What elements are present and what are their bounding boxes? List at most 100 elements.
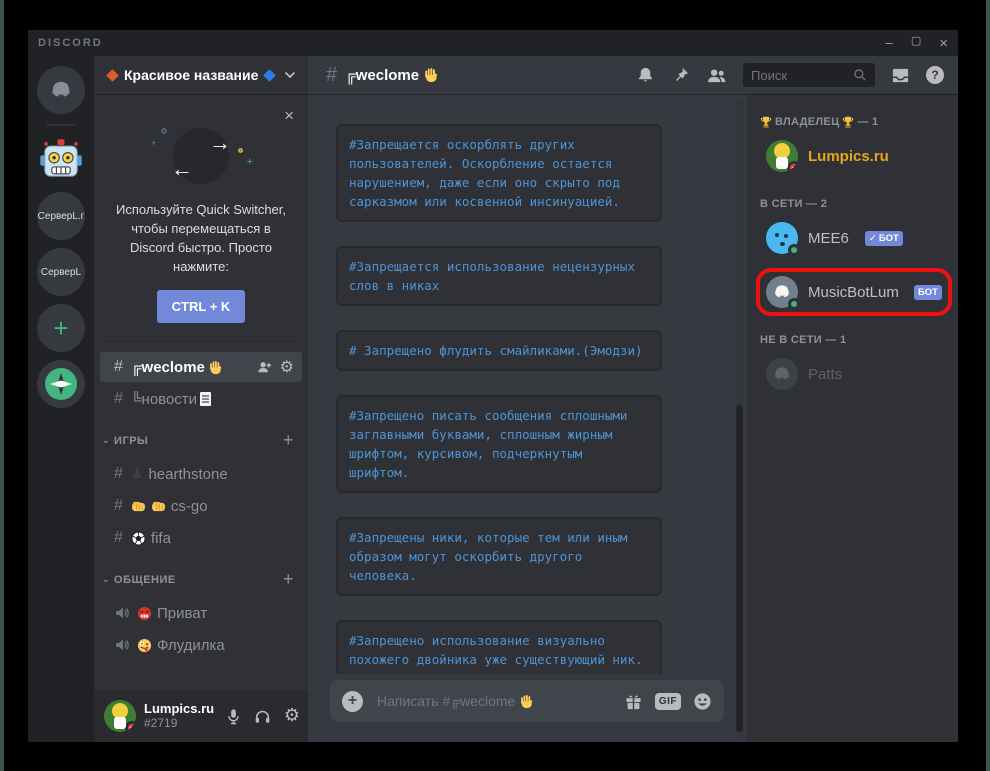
divider	[104, 341, 298, 342]
message-codeblock: #Запрещается оскорблять других пользоват…	[336, 124, 662, 222]
search-box	[743, 63, 875, 87]
server-icon-serverl[interactable]: СерверL	[37, 248, 85, 296]
owner-section-header: ВЛАДЕЛЕЦ — 1	[760, 116, 948, 128]
message-codeblock: #Запрещены ники, которые тем или иным об…	[336, 517, 662, 596]
gift-icon[interactable]	[624, 692, 643, 711]
screenshot: DISCORD – ▢ × СерверL.г СерверL + Красив…	[0, 0, 990, 771]
chevron-down-icon: ⌄	[102, 574, 111, 584]
channel-weclome[interactable]: # ╔weclome ⚙	[100, 352, 302, 382]
fist-emoji	[151, 501, 166, 512]
hash-icon: #	[114, 465, 123, 482]
user-panel: Lumpics.ru #2719 ⚙	[94, 690, 308, 742]
channel-cs-go[interactable]: # cs-go	[94, 491, 308, 521]
hand-emoji	[208, 360, 223, 375]
channel-fifa[interactable]: # fifa	[94, 523, 308, 553]
server-icon-robot[interactable]	[37, 136, 85, 184]
close-icon[interactable]: ×	[284, 106, 294, 126]
channel-novosti[interactable]: # ╚новости	[94, 384, 308, 414]
scrollbar[interactable]	[736, 98, 743, 738]
notifications-bell-icon[interactable]	[636, 66, 655, 85]
invite-people-icon[interactable]	[256, 360, 272, 374]
hand-emoji	[423, 67, 439, 83]
channel-settings-gear-icon[interactable]: ⚙	[280, 359, 294, 375]
decor-dot	[161, 128, 167, 134]
search-input[interactable]	[751, 67, 853, 83]
arrow-left-icon: ←	[171, 156, 193, 181]
quick-switcher-card: × → ← + + Используйте Quick Switcher, чт…	[94, 106, 308, 341]
inbox-icon[interactable]	[891, 66, 910, 85]
member-list-people-icon[interactable]	[706, 67, 727, 84]
channel-hearthstone[interactable]: # ♟ hearthstone	[94, 459, 308, 489]
message-codeblock: # Запрещено флудить смайликами.(Эмодзи)	[336, 330, 662, 371]
add-channel-button[interactable]: +	[283, 569, 294, 590]
minimize-button[interactable]: –	[886, 36, 893, 51]
help-icon[interactable]: ?	[926, 66, 944, 84]
upload-plus-icon[interactable]: +	[342, 690, 363, 712]
emoji-picker-smiley-icon[interactable]	[693, 692, 712, 711]
voice-channel-fludilka[interactable]: Флудилка	[94, 630, 308, 660]
window-controls: – ▢ ×	[886, 35, 948, 51]
quick-switcher-illustration: → ← + +	[151, 126, 253, 190]
zany-face-emoji	[137, 638, 152, 653]
hash-icon: #	[114, 497, 123, 514]
pinned-messages-pin-icon[interactable]	[671, 66, 690, 85]
gif-picker-button[interactable]: GIF	[654, 692, 681, 710]
pawn-emoji: ♟	[130, 466, 144, 482]
message-input[interactable]: + Написать #╔weclome GIF	[330, 680, 724, 722]
discord-window: DISCORD – ▢ × СерверL.г СерверL + Красив…	[28, 30, 958, 742]
server-name: Красивое название	[124, 67, 259, 83]
avatar	[766, 222, 800, 256]
quick-switcher-text: Используйте Quick Switcher, чтобы переме…	[116, 202, 286, 274]
hash-icon: #	[114, 390, 123, 407]
bot-badge: БОТ	[913, 284, 942, 300]
message-codeblock: #Запрещено писать сообщения сплошными за…	[336, 395, 662, 493]
document-emoji	[200, 392, 212, 406]
close-button[interactable]: ×	[939, 36, 948, 51]
server-header[interactable]: Красивое название	[94, 56, 308, 94]
user-settings-gear-icon[interactable]: ⚙	[284, 707, 300, 725]
add-channel-button[interactable]: +	[283, 430, 294, 451]
speaker-icon	[114, 605, 130, 621]
category-games[interactable]: ⌄ ИГРЫ +	[94, 430, 308, 451]
maximize-button[interactable]: ▢	[911, 35, 921, 51]
online-section-header: В СЕТИ — 2	[760, 198, 828, 210]
desktop-edge-right	[986, 0, 990, 771]
deafen-headphones-icon[interactable]	[254, 709, 271, 724]
username: Lumpics.ru	[144, 700, 215, 716]
avatar	[766, 276, 800, 310]
discord-wordmark: DISCORD	[38, 37, 103, 49]
add-server-button[interactable]: +	[37, 304, 85, 352]
member-row-lumpics[interactable]: Lumpics.ru	[760, 136, 948, 176]
desktop-edge-left	[0, 0, 4, 771]
member-row-musicbotlumpics[interactable]: MusicBotLumpics БОТ	[760, 272, 948, 312]
message-codeblock: #Запрещается использование нецензурных с…	[336, 246, 662, 306]
decor-plus: +	[151, 138, 157, 148]
compass-icon	[45, 368, 77, 400]
soccer-ball-emoji	[131, 531, 146, 546]
mute-mic-icon[interactable]	[226, 708, 241, 725]
server-rail: СерверL.г СерверL +	[28, 56, 94, 742]
scrollbar-thumb[interactable]	[736, 405, 743, 732]
category-communication[interactable]: ⌄ ОБЩЕНИЕ +	[94, 569, 308, 590]
avatar	[766, 140, 798, 172]
input-placeholder: Написать #╔weclome	[377, 693, 516, 709]
channel-header: # ╔weclome ?	[308, 56, 958, 94]
hash-icon: #	[114, 529, 123, 546]
ctrl-k-button[interactable]: CTRL + K	[157, 290, 245, 323]
home-button[interactable]	[37, 66, 85, 114]
member-row-patts[interactable]: Patts	[760, 354, 948, 394]
chevron-down-icon: ⌄	[102, 435, 111, 445]
server-discovery-button[interactable]	[37, 360, 85, 408]
online-status-dot	[788, 244, 800, 256]
message-list: #Запрещается оскорблять других пользоват…	[308, 94, 746, 674]
decor-dot	[238, 148, 243, 153]
arrow-right-icon: →	[209, 130, 231, 155]
member-row-mee6[interactable]: MEE6 ✓ БОТ	[760, 218, 948, 258]
message-codeblock: #Запрещено использование визуально похож…	[336, 620, 662, 674]
server-icon-serverl-g[interactable]: СерверL.г	[37, 192, 85, 240]
user-avatar[interactable]	[104, 700, 136, 732]
online-status-dot	[788, 298, 800, 310]
voice-channel-privat[interactable]: Приват	[94, 598, 308, 628]
bot-badge: ✓ БОТ	[864, 230, 903, 246]
search-icon	[853, 68, 867, 82]
